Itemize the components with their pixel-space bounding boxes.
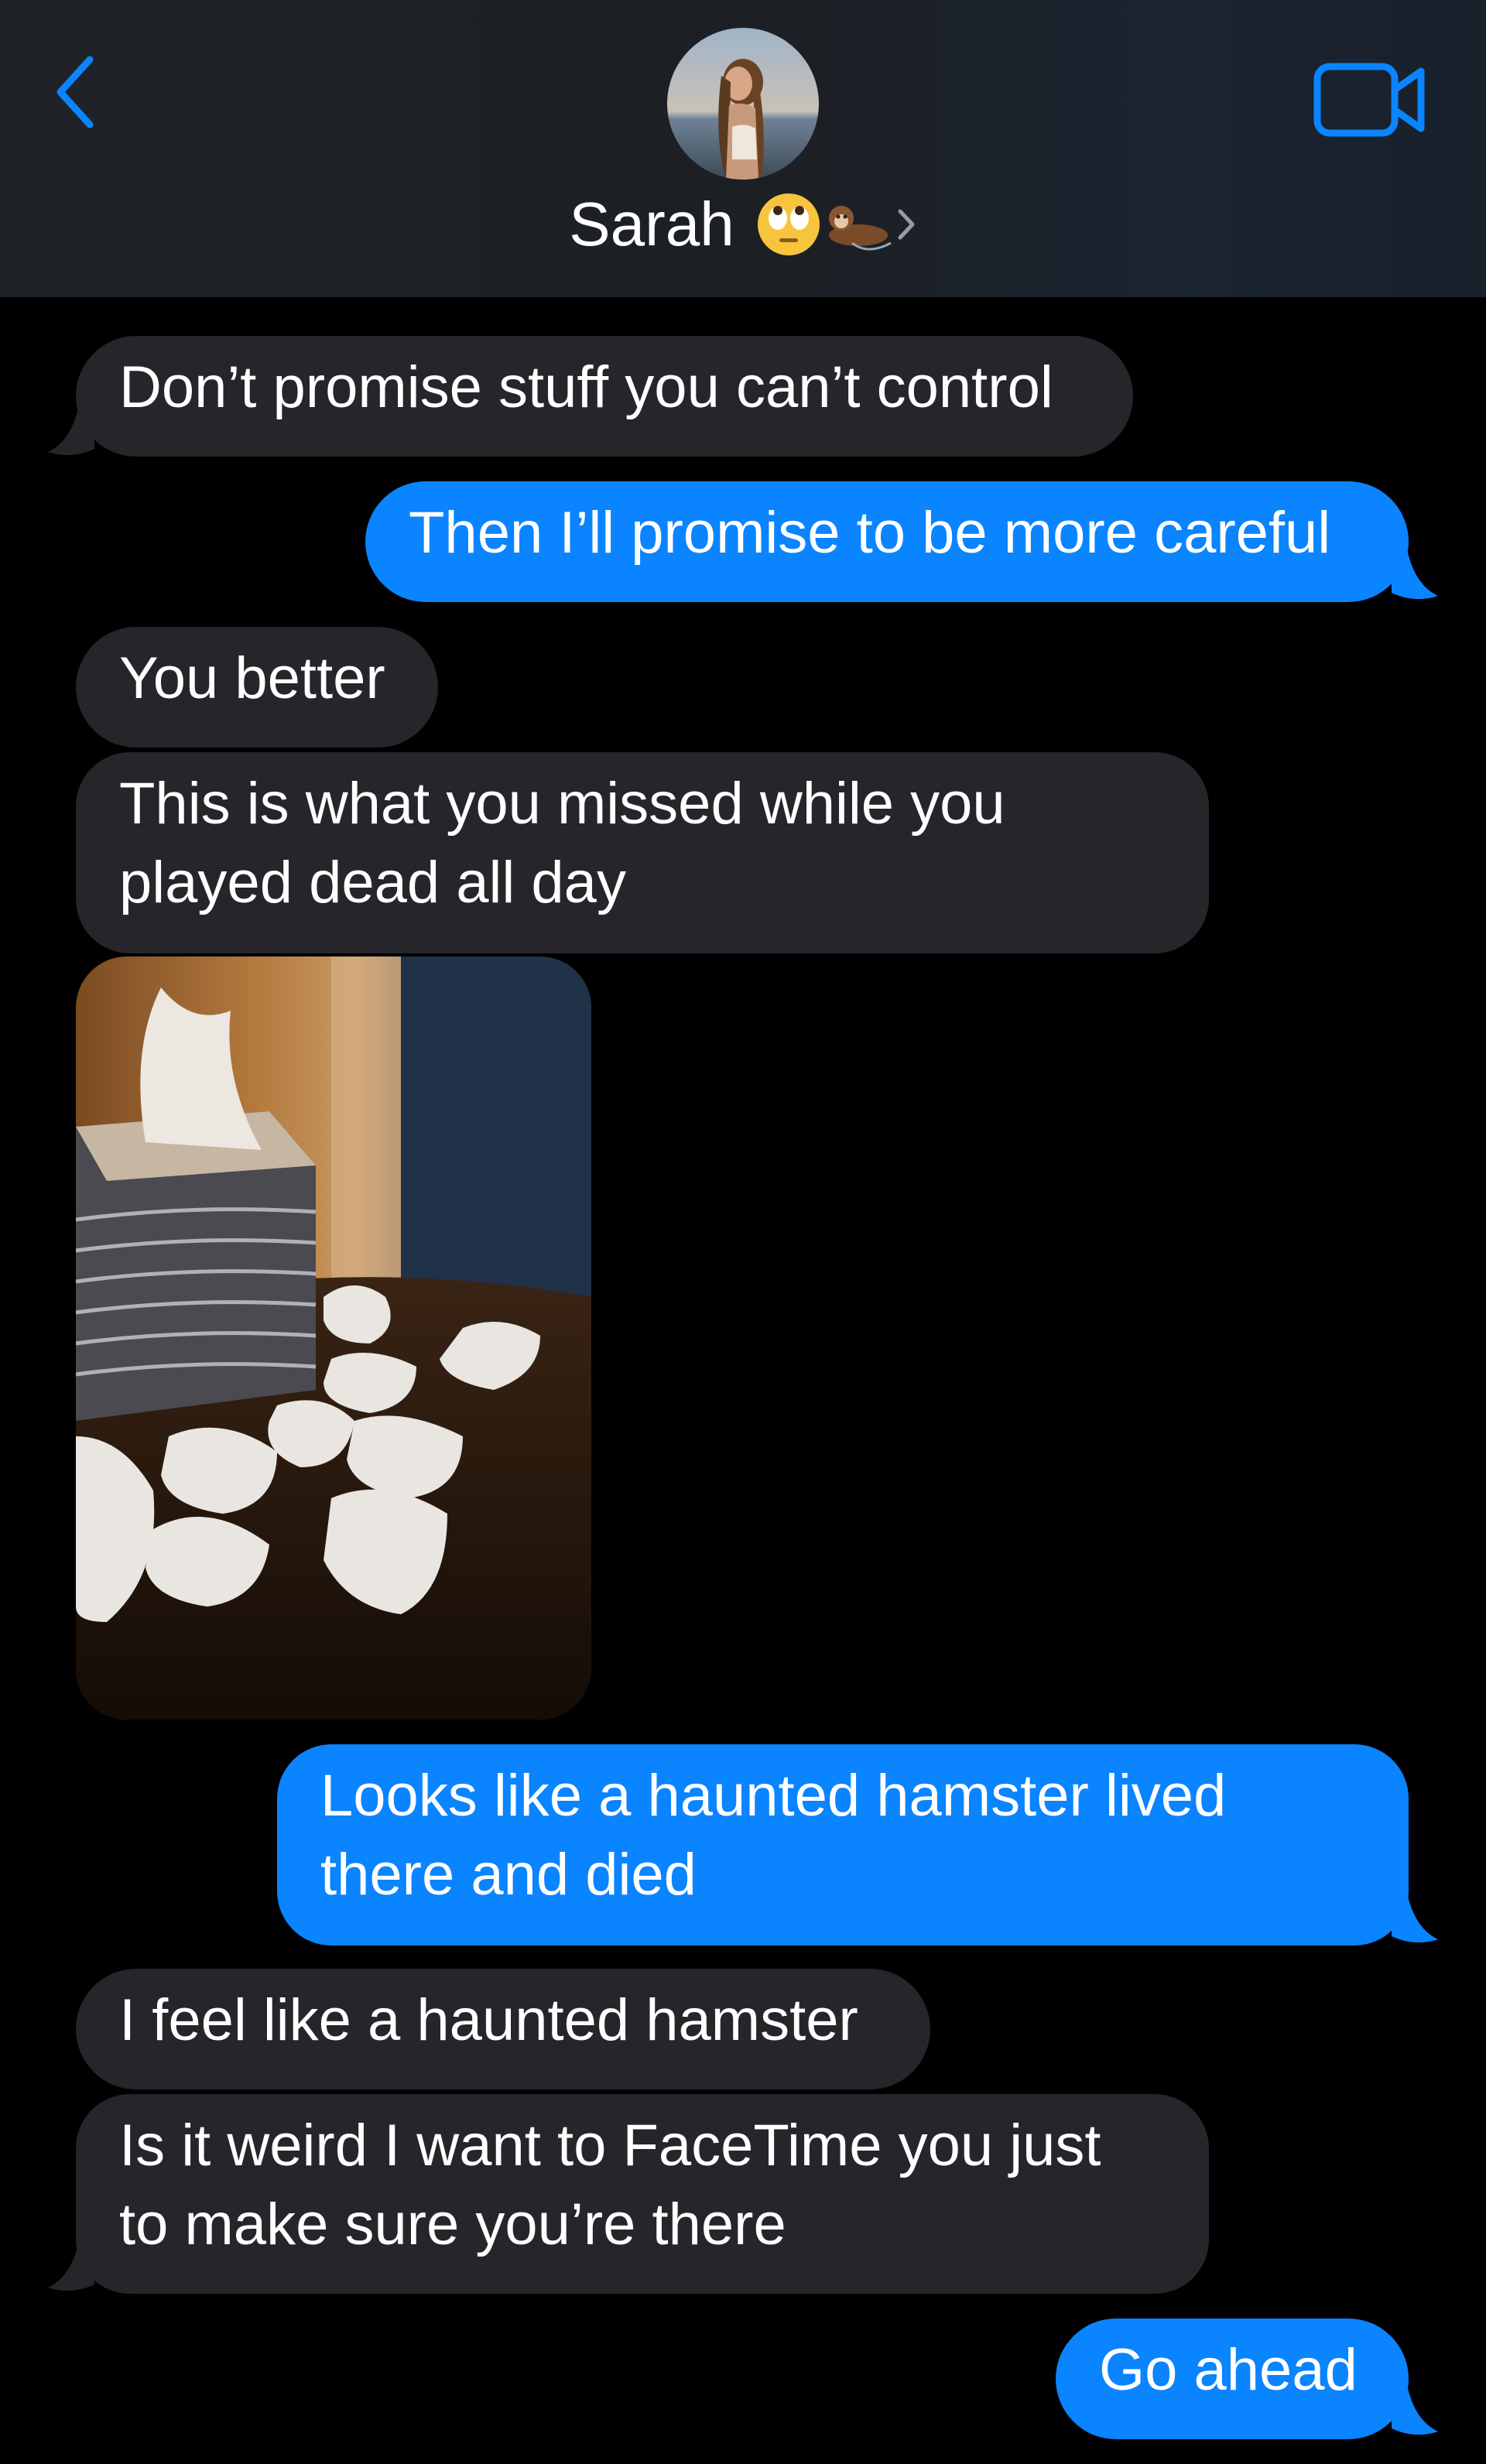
conversation-header: Sarah xyxy=(0,0,1486,297)
message-text: You better xyxy=(119,645,385,711)
otter-emoji xyxy=(828,206,892,251)
message-photo[interactable] xyxy=(76,957,591,1720)
message-outgoing[interactable]: Looks like a haunted hamster lived there… xyxy=(277,1744,1409,1946)
eye-roll-emoji xyxy=(757,193,820,255)
message-incoming[interactable]: This is what you missed while you played… xyxy=(76,752,1209,953)
facetime-video-button[interactable] xyxy=(1313,60,1429,141)
contact-name: Sarah xyxy=(569,190,734,258)
message-text-line: This is what you missed while you xyxy=(119,771,1005,837)
contact-name-row[interactable]: Sarah xyxy=(0,186,1486,263)
chevron-right-icon xyxy=(898,209,915,240)
message-text: I feel like a haunted hamster xyxy=(119,1987,858,2053)
message-text-line: there and died xyxy=(320,1842,697,1908)
chevron-left-icon xyxy=(56,56,94,128)
message-outgoing[interactable]: Then I’ll promise to be more careful xyxy=(365,481,1409,602)
video-camera-icon xyxy=(1313,63,1425,137)
message-text-line: to make sure you’re there xyxy=(119,2192,786,2257)
message-outgoing[interactable]: Go ahead xyxy=(1056,2319,1409,2439)
message-incoming[interactable]: I feel like a haunted hamster xyxy=(76,1969,930,2089)
contact-avatar[interactable] xyxy=(667,28,819,180)
back-button[interactable] xyxy=(45,50,107,135)
message-incoming[interactable]: Don’t promise stuff you can’t control xyxy=(76,336,1133,457)
message-text: Go ahead xyxy=(1099,2337,1358,2403)
message-text-line: played dead all day xyxy=(119,850,626,915)
message-text-line: Looks like a haunted hamster lived xyxy=(320,1763,1227,1829)
message-text: Don’t promise stuff you can’t control xyxy=(119,354,1053,420)
message-incoming[interactable]: Is it weird I want to FaceTime you just … xyxy=(76,2094,1209,2294)
photo-tissues xyxy=(76,957,591,1720)
message-text: Then I’ll promise to be more careful xyxy=(409,500,1331,566)
message-incoming[interactable]: You better xyxy=(76,627,438,748)
name-emojis xyxy=(756,192,917,257)
message-text-line: Is it weird I want to FaceTime you just xyxy=(119,2113,1101,2178)
